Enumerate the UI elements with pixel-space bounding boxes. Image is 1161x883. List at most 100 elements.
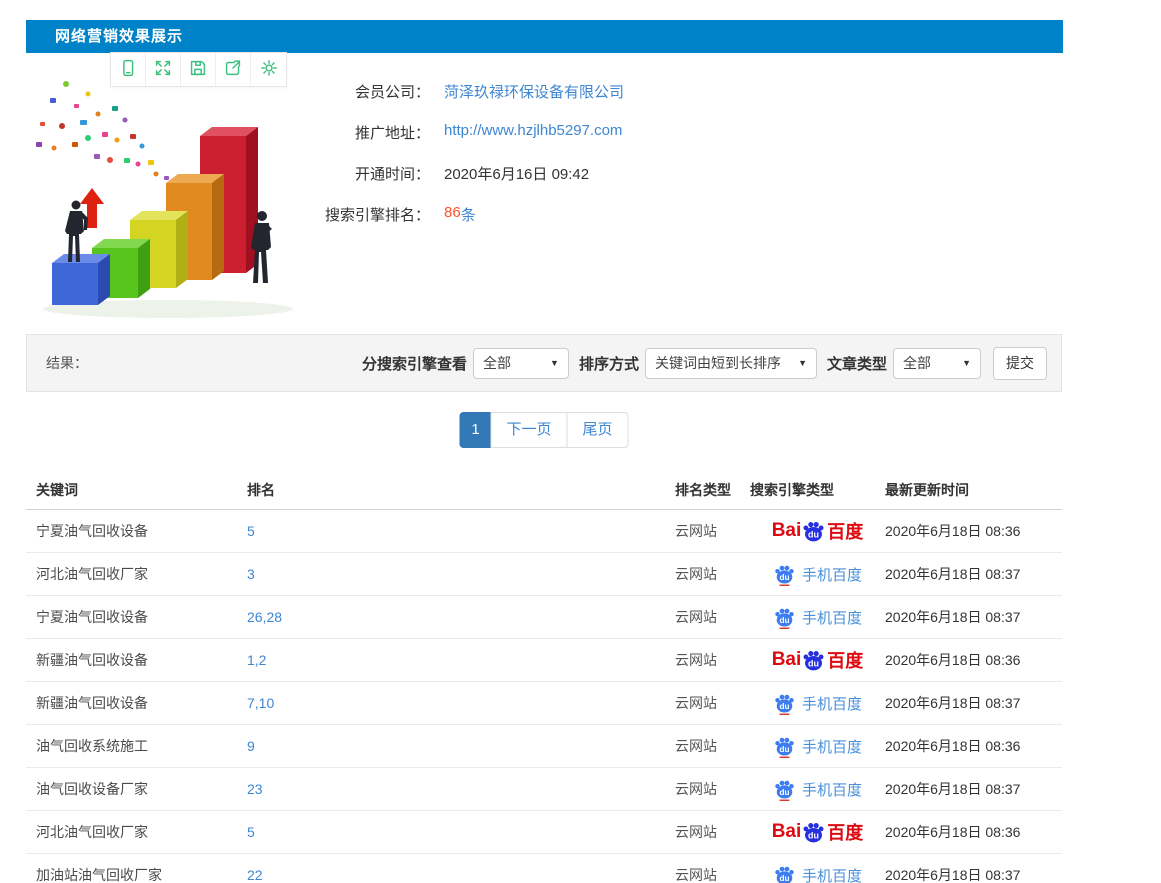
pagination: 1 下一页 尾页	[459, 412, 628, 448]
cell-rank[interactable]: 5	[247, 523, 675, 539]
cell-updated: 2020年6月18日 08:37	[885, 779, 1052, 799]
sort-filter-label: 排序方式	[579, 353, 639, 374]
table-row: 新疆油气回收设备7,10云网站 du手机百度 2020年6月18日 08:37	[26, 682, 1062, 725]
cell-updated: 2020年6月18日 08:37	[885, 693, 1052, 713]
cell-rank[interactable]: 7,10	[247, 695, 675, 711]
submit-button[interactable]: 提交	[993, 347, 1047, 380]
open-time-label: 开通时间：	[200, 163, 430, 184]
table-row: 宁夏油气回收设备26,28云网站du手机百度2020年6月18日 08:37	[26, 596, 1062, 639]
bar-blue	[52, 254, 110, 305]
up-arrow	[80, 188, 104, 228]
baidu-logo-text: Bai	[772, 821, 802, 843]
table-row: 油气回收系统施工9云网站du手机百度2020年6月18日 08:36	[26, 725, 1062, 768]
baidu-mobile-logo[interactable]: du 手机百度	[773, 735, 862, 758]
promo-url-label: 推广地址：	[200, 122, 430, 143]
cell-rank[interactable]: 26,28	[247, 609, 675, 625]
page-title: 网络营销效果展示	[55, 20, 183, 53]
cell-updated: 2020年6月18日 08:37	[885, 564, 1052, 584]
baidu-mobile-logo[interactable]: du手机百度	[773, 864, 862, 883]
cell-rank-type: 云网站	[675, 865, 750, 883]
hero-illustration	[28, 70, 300, 320]
header-rank-type: 排名类型	[675, 480, 750, 500]
svg-text:du: du	[808, 529, 819, 539]
cell-engine: du手机百度	[750, 692, 885, 715]
cell-updated: 2020年6月18日 08:36	[885, 736, 1052, 756]
cell-engine: du手机百度	[750, 778, 885, 801]
cell-rank[interactable]: 5	[247, 824, 675, 840]
svg-text:du: du	[779, 744, 789, 753]
svg-text:du: du	[808, 830, 819, 840]
cell-keyword: 新疆油气回收设备	[26, 693, 247, 713]
cell-updated: 2020年6月18日 08:37	[885, 865, 1052, 883]
cell-engine: du手机百度	[750, 864, 885, 883]
article-filter-label: 文章类型	[827, 353, 887, 374]
promo-url-link[interactable]: http://www.hzjlhb5297.com	[444, 122, 622, 139]
table-header-row: 关键词 排名 排名类型 搜索引擎类型 最新更新时间	[26, 470, 1062, 510]
cell-keyword: 油气回收系统施工	[26, 736, 247, 756]
baidu-mobile-label: 手机百度	[802, 736, 862, 757]
cell-engine: Baidu百度	[750, 647, 885, 673]
baidu-mobile-logo[interactable]: du手机百度	[773, 692, 862, 715]
cell-engine: Baidu 百度	[750, 518, 885, 544]
sort-select[interactable]: 关键词由短到长排序 ▼	[645, 348, 817, 379]
header-rank: 排名	[247, 480, 675, 500]
sort-select-value: 关键词由短到长排序	[655, 353, 781, 373]
cell-engine: du 手机百度	[750, 735, 885, 758]
rank-count-value: 86	[444, 204, 461, 221]
baidu-mobile-label: 手机百度	[802, 779, 862, 800]
baidu-logo-text: Bai	[772, 649, 802, 671]
cell-rank-type: 云网站	[675, 607, 750, 627]
cell-updated: 2020年6月18日 08:36	[885, 822, 1052, 842]
engine-select[interactable]: 全部 ▼	[473, 348, 569, 379]
baidu-logo-cn: 百度	[827, 518, 863, 544]
baidu-mobile-logo[interactable]: du手机百度	[773, 606, 862, 629]
table-row: 河北油气回收厂家5云网站 Baidu 百度 2020年6月18日 08:36	[26, 811, 1062, 854]
info-row-company: 会员公司： 菏泽玖禄环保设备有限公司	[200, 81, 840, 102]
table-row: 油气回收设备厂家23云网站du手机百度2020年6月18日 08:37	[26, 768, 1062, 811]
cell-updated: 2020年6月18日 08:36	[885, 650, 1052, 670]
cell-rank[interactable]: 9	[247, 738, 675, 754]
header-keyword: 关键词	[26, 480, 247, 500]
result-label: 结果：	[46, 335, 88, 391]
company-link[interactable]: 菏泽玖禄环保设备有限公司	[444, 81, 624, 102]
cell-rank-type: 云网站	[675, 693, 750, 713]
cell-keyword: 河北油气回收厂家	[26, 564, 247, 584]
info-row-opened: 开通时间： 2020年6月16日 09:42	[200, 163, 840, 184]
cell-engine: du手机百度	[750, 563, 885, 586]
rank-count-suffix: 条	[461, 204, 476, 225]
cell-updated: 2020年6月18日 08:36	[885, 521, 1052, 541]
info-row-rank-count: 搜索引擎排名： 86条	[200, 204, 840, 225]
filter-bar: 结果： 分搜索引擎查看 全部 ▼ 排序方式 关键词由短到长排序 ▼ 文章类型 全…	[26, 334, 1062, 392]
baidu-mobile-logo[interactable]: du手机百度	[773, 563, 862, 586]
baidu-pc-logo[interactable]: Baidu百度	[772, 647, 864, 673]
table-row: 加油站油气回收厂家22云网站 du手机百度 2020年6月18日 08:37	[26, 854, 1062, 883]
cell-rank[interactable]: 23	[247, 781, 675, 797]
cell-keyword: 加油站油气回收厂家	[26, 865, 247, 883]
header-updated: 最新更新时间	[885, 480, 1052, 500]
person-left	[65, 201, 88, 263]
table-row: 宁夏油气回收设备5云网站Baidu百度2020年6月18日 08:36	[26, 510, 1062, 553]
baidu-pc-logo[interactable]: Baidu 百度	[772, 518, 864, 544]
article-type-select[interactable]: 全部 ▼	[893, 348, 981, 379]
cell-rank-type: 云网站	[675, 822, 750, 842]
cell-keyword: 新疆油气回收设备	[26, 650, 247, 670]
cell-rank-type: 云网站	[675, 564, 750, 584]
baidu-logo-cn: 百度	[827, 819, 863, 845]
filter-controls: 分搜索引擎查看 全部 ▼ 排序方式 关键词由短到长排序 ▼ 文章类型 全部 ▼ …	[352, 335, 1047, 391]
baidu-pc-logo[interactable]: Baidu 百度	[772, 819, 864, 845]
cell-rank[interactable]: 1,2	[247, 652, 675, 668]
cell-keyword: 河北油气回收厂家	[26, 822, 247, 842]
header-engine-type: 搜索引擎类型	[750, 480, 885, 500]
svg-text:du: du	[779, 701, 789, 710]
table-row: 河北油气回收厂家3云网站 du手机百度 2020年6月18日 08:37	[26, 553, 1062, 596]
baidu-logo-text: Bai	[772, 520, 802, 542]
results-table: 关键词 排名 排名类型 搜索引擎类型 最新更新时间 宁夏油气回收设备5云网站Ba…	[26, 470, 1062, 883]
cell-rank[interactable]: 3	[247, 566, 675, 582]
next-page-button[interactable]: 下一页	[490, 412, 567, 448]
baidu-mobile-logo[interactable]: du手机百度	[773, 778, 862, 801]
page-1-button[interactable]: 1	[459, 412, 491, 448]
article-select-value: 全部	[903, 353, 931, 373]
baidu-mobile-label: 手机百度	[802, 607, 862, 628]
cell-rank[interactable]: 22	[247, 867, 675, 883]
last-page-button[interactable]: 尾页	[567, 412, 629, 448]
